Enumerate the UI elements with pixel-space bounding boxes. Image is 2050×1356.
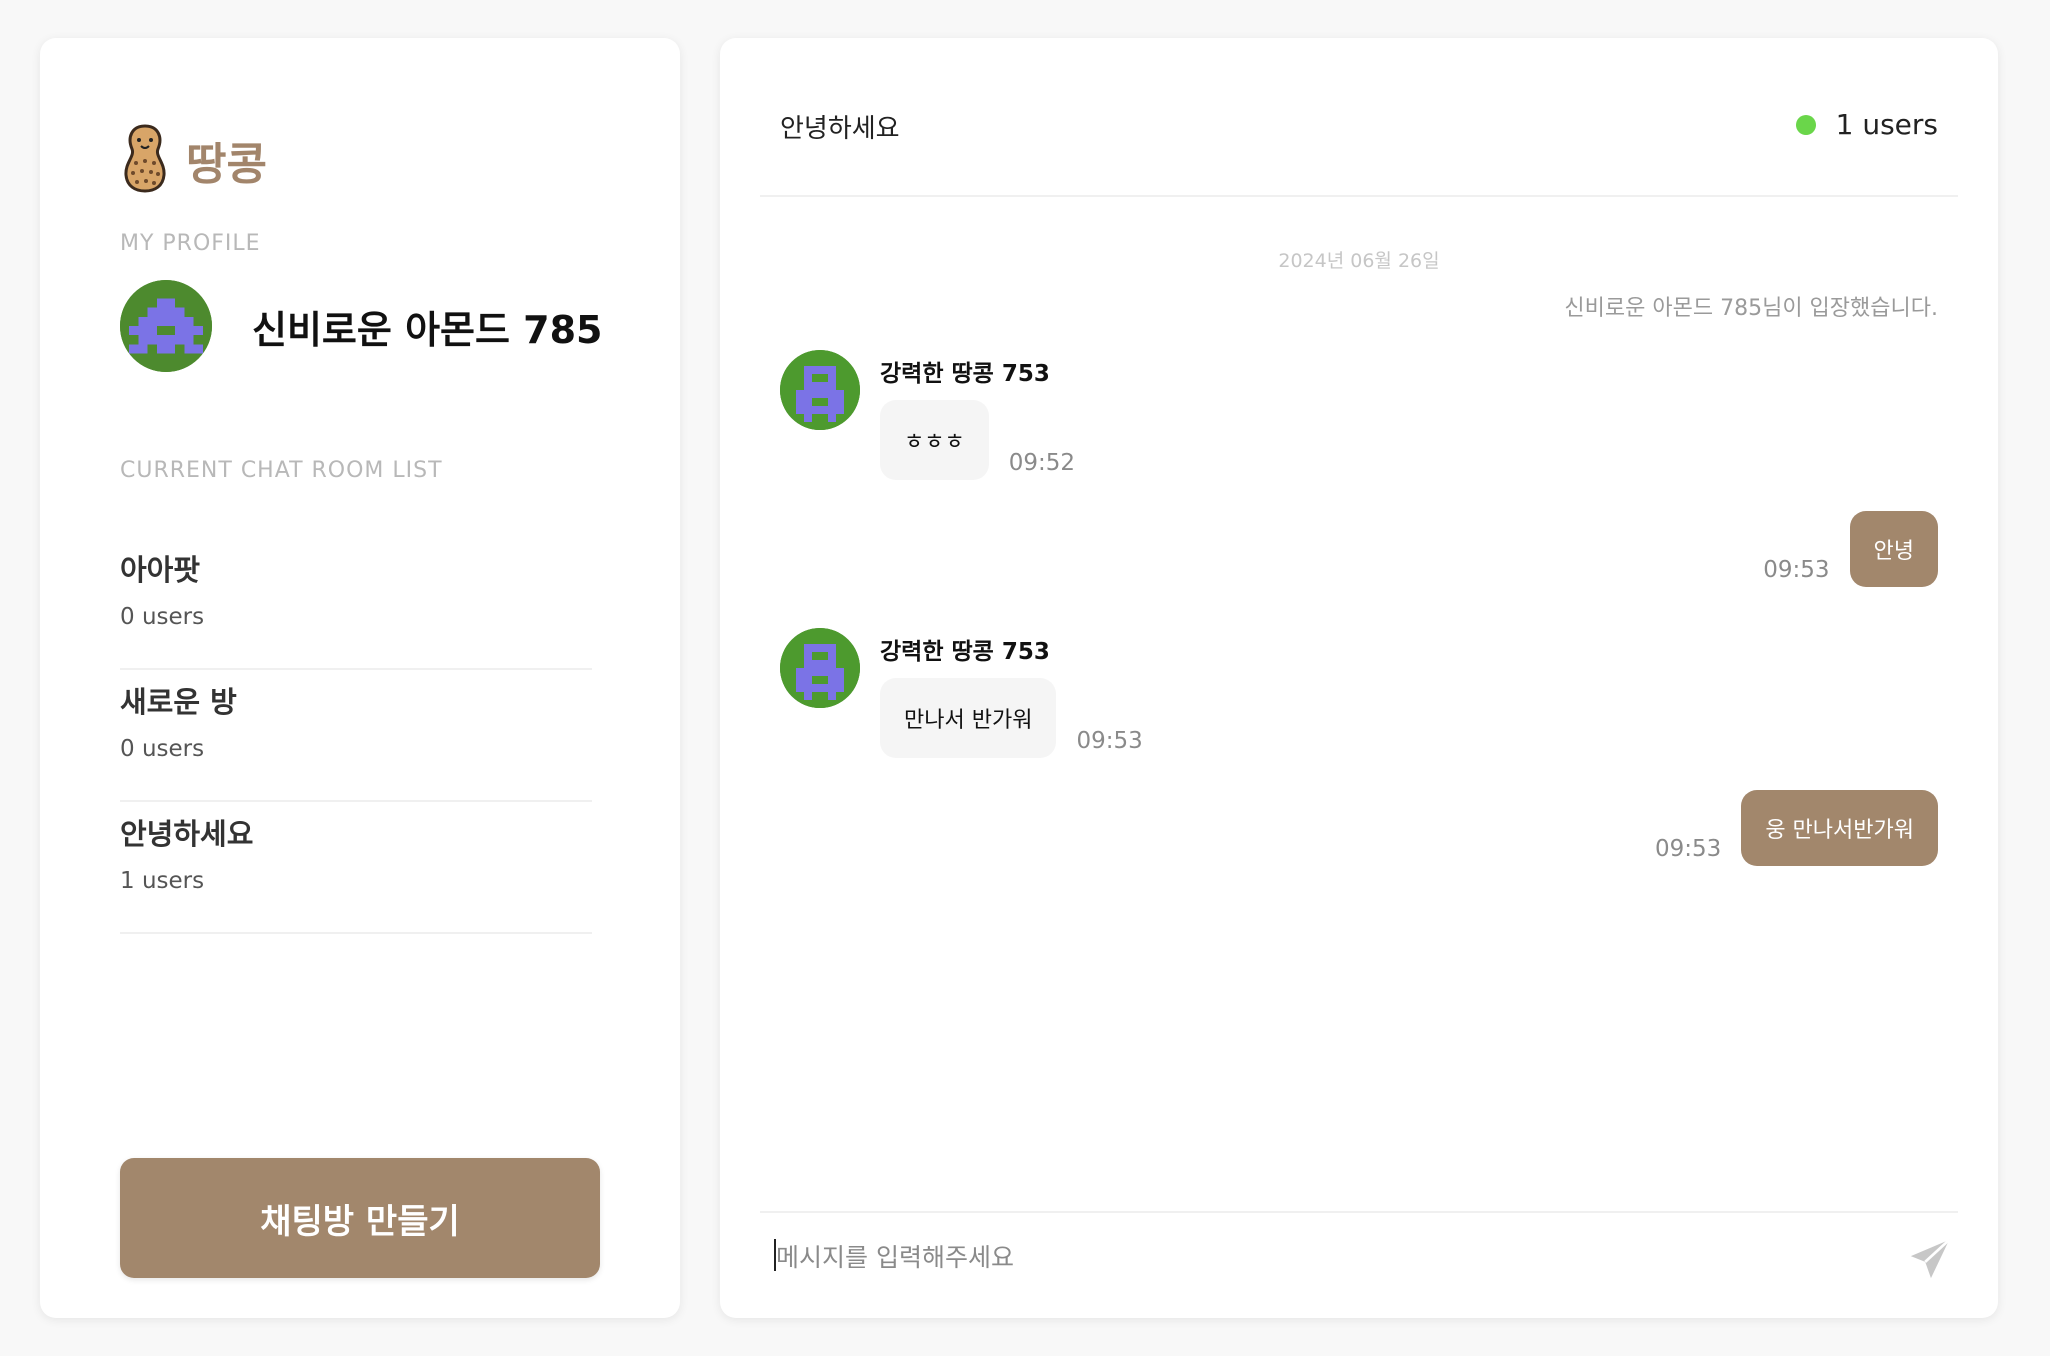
room-list-label: CURRENT CHAT ROOM LIST	[120, 458, 443, 483]
room-user-count: 0 users	[120, 604, 205, 630]
brand-name: 땅콩	[186, 139, 267, 190]
sender-name: 강력한 땅콩 753	[880, 639, 1050, 665]
header-divider	[760, 195, 1958, 197]
message-incoming: 강력한 땅콩 753 ㅎㅎㅎ 09:52	[780, 350, 1095, 480]
online-count: 1 users	[1835, 108, 1938, 141]
message-input[interactable]	[774, 1231, 1838, 1283]
message-time: 09:52	[1008, 450, 1076, 476]
chat-panel: 안녕하세요 1 users 2024년 06월 26일 신비로운 아몬드 785…	[720, 38, 1998, 1318]
room-item[interactable]: 안녕하세요 1 users	[120, 802, 592, 934]
room-name: 안녕하세요	[120, 817, 254, 851]
message-composer	[760, 1211, 1958, 1293]
create-room-button[interactable]: 채팅방 만들기	[120, 1158, 600, 1278]
profile-section-label: MY PROFILE	[120, 231, 261, 256]
system-message: 신비로운 아몬드 785님이 입장했습니다.	[1564, 296, 1938, 321]
paper-plane-icon	[1907, 1236, 1953, 1286]
message-bubble: 안녕	[1849, 511, 1938, 587]
sender-avatar	[780, 628, 860, 708]
message-outgoing: 09:53 안녕	[1743, 511, 1938, 587]
room-name: 새로운 방	[120, 685, 237, 719]
message-time: 09:53	[1763, 557, 1830, 583]
message-time: 09:53	[1655, 836, 1722, 862]
profile-name: 신비로운 아몬드 785	[252, 307, 603, 352]
date-separator: 2024년 06월 26일	[1278, 250, 1440, 272]
online-status: 1 users	[1795, 108, 1938, 141]
room-name: 아아팟	[120, 553, 201, 587]
message-incoming: 강력한 땅콩 753 만나서 반가워 09:53	[780, 628, 1163, 758]
message-outgoing: 09:53 웅 만나서반가워	[1635, 790, 1938, 866]
peanut-icon	[120, 123, 170, 197]
sender-avatar	[780, 350, 860, 430]
message-bubble: 웅 만나서반가워	[1741, 790, 1938, 866]
message-time: 09:53	[1076, 728, 1143, 754]
send-button[interactable]	[1902, 1233, 1958, 1289]
message-bubble: 만나서 반가워	[880, 678, 1057, 758]
room-title: 안녕하세요	[780, 114, 900, 144]
room-user-count: 1 users	[120, 868, 205, 894]
room-item[interactable]: 새로운 방 0 users	[120, 670, 592, 802]
room-item[interactable]: 아아팟 0 users	[120, 538, 592, 670]
sender-name: 강력한 땅콩 753	[880, 361, 1050, 387]
my-profile: 신비로운 아몬드 785	[120, 280, 603, 372]
avatar	[120, 280, 212, 372]
room-user-count: 0 users	[120, 736, 205, 762]
online-dot-icon	[1795, 114, 1816, 135]
room-list: 아아팟 0 users 새로운 방 0 users 안녕하세요 1 users	[120, 538, 592, 934]
chat-header: 안녕하세요 1 users	[720, 38, 1998, 198]
message-bubble: ㅎㅎㅎ	[880, 400, 989, 480]
sidebar-panel: 땅콩 MY PROFILE 신비로운 아몬드 785 CURRENT CHAT …	[40, 38, 680, 1318]
text-caret	[774, 1239, 776, 1271]
brand: 땅콩	[120, 123, 267, 197]
